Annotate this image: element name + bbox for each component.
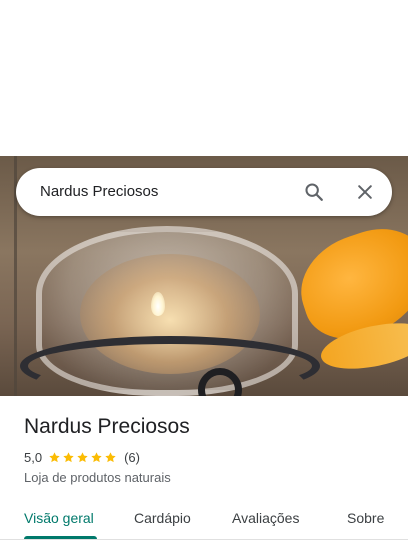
search-icon <box>305 183 323 201</box>
search-bar[interactable]: Nardus Preciosos <box>16 168 392 216</box>
tab-reviews[interactable]: Avaliações <box>232 509 299 527</box>
tab-bar: Visão geral Cardápio Avaliações Sobre <box>0 500 408 540</box>
search-button[interactable] <box>298 176 330 208</box>
star-icon <box>49 451 60 462</box>
star-icon <box>63 451 74 462</box>
blank-area <box>0 0 408 156</box>
tab-about[interactable]: Sobre <box>347 509 384 527</box>
tab-overview[interactable]: Visão geral <box>24 509 94 527</box>
rating-score: 5,0 <box>24 449 43 465</box>
close-button[interactable] <box>349 176 381 208</box>
rating-row[interactable]: 5,0 (6) <box>24 448 140 466</box>
active-tab-indicator <box>24 536 97 539</box>
place-title: Nardus Preciosos <box>24 415 190 438</box>
close-icon <box>358 185 372 199</box>
star-icon <box>91 451 102 462</box>
review-count[interactable]: (6) <box>124 450 140 465</box>
search-input[interactable]: Nardus Preciosos <box>40 182 158 202</box>
star-icon <box>105 451 116 462</box>
star-icon <box>77 451 88 462</box>
photo-detail <box>20 336 320 396</box>
star-rating <box>48 451 118 464</box>
tab-menu[interactable]: Cardápio <box>134 509 191 527</box>
photo-detail <box>151 292 165 316</box>
place-category: Loja de produtos naturais <box>24 470 171 485</box>
